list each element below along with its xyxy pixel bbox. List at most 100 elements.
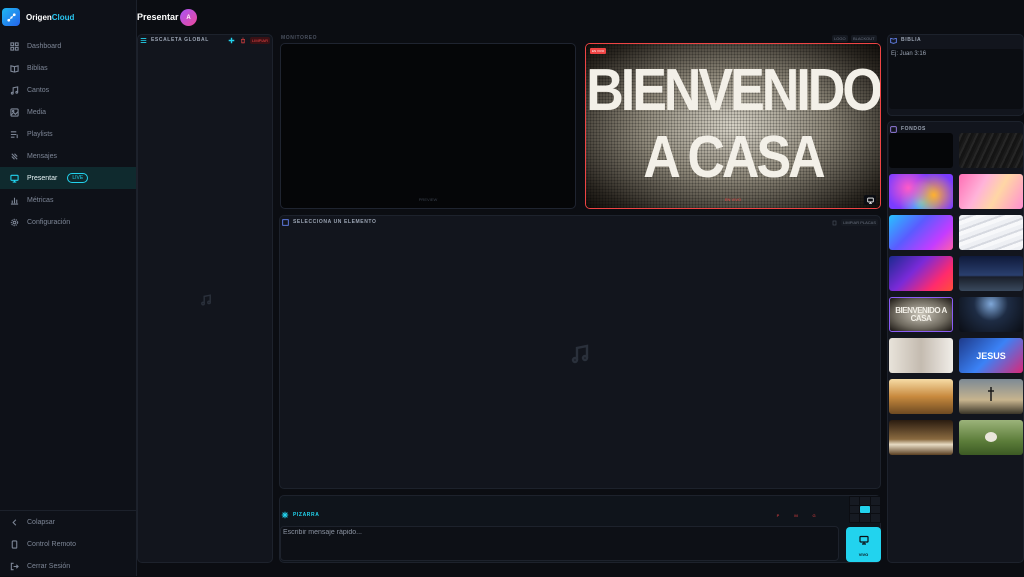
escaleta-panel: ESCALETA GLOBAL LIMPIAR <box>137 34 273 563</box>
biblia-header: BIBLIA <box>888 35 1023 45</box>
lamb-shape <box>985 432 997 442</box>
screen-output-icon[interactable] <box>864 195 876 205</box>
live-tag: EN VIVO <box>590 48 607 54</box>
sidebar: OrigenCloud Dashboard Biblias Cantos Med… <box>0 0 137 576</box>
size-button-m[interactable]: M <box>789 513 803 518</box>
cross-icon <box>987 387 995 406</box>
grid-icon <box>10 41 19 51</box>
logo-icon <box>2 8 20 26</box>
background-thumb-magenta-gradient[interactable] <box>889 256 953 291</box>
live-caption: EN VIVO <box>724 197 742 202</box>
size-button-p[interactable]: P <box>771 513 785 518</box>
background-thumb-bienvenido[interactable]: BIENVENIDO A CASA <box>889 297 953 332</box>
monitor-icon <box>858 532 869 550</box>
sidebar-item-media[interactable]: Media <box>0 101 136 123</box>
preview-monitor[interactable]: PREVIEW <box>280 43 576 209</box>
trash-icon[interactable] <box>240 31 246 49</box>
clear-plates-button[interactable]: LIMPIAR PLACAS <box>841 218 878 226</box>
send-live-label: VIVO <box>858 552 869 557</box>
live-monitor[interactable]: BIENVENIDO A CASA EN VIVO EN VIVO <box>585 43 881 209</box>
bar-chart-icon <box>10 196 19 205</box>
sidebar-item-presentar[interactable]: Presentar LIVE <box>0 167 136 189</box>
quick-message-input[interactable] <box>280 526 839 561</box>
sidebar-item-label: Media <box>27 108 47 116</box>
sidebar-nav: Dashboard Biblias Cantos Media Playlists… <box>0 35 136 233</box>
bible-reference-text: Ej: Juan 3:16 <box>891 51 927 57</box>
monitor-icon <box>10 174 19 183</box>
position-selected[interactable] <box>860 505 870 514</box>
sidebar-item-dashboard[interactable]: Dashboard <box>0 35 136 57</box>
pizarra-header: PIZARRA P M G <box>281 506 821 524</box>
collapse-button[interactable]: Colapsar <box>0 511 136 533</box>
size-button-g[interactable]: G <box>807 513 821 518</box>
sidebar-item-playlists[interactable]: Playlists <box>0 123 136 145</box>
add-icon[interactable] <box>227 36 236 44</box>
book-icon <box>10 64 19 73</box>
background-thumb-cross[interactable] <box>959 379 1023 414</box>
fondos-title: FONDOS <box>901 126 926 132</box>
background-thumb-black[interactable] <box>889 133 953 168</box>
background-thumb-white-waves[interactable] <box>959 215 1023 250</box>
sidebar-item-mensajes[interactable]: Mensajes <box>0 145 136 167</box>
logo-button[interactable]: LOGO <box>832 35 848 42</box>
app-name: OrigenCloud <box>26 12 75 22</box>
position-grid[interactable] <box>849 496 881 523</box>
message-icon <box>10 152 19 161</box>
background-thumb-lamb[interactable] <box>959 420 1023 455</box>
thumb-bienvenido-text: BIENVENIDO A CASA <box>895 305 947 323</box>
sidebar-item-cantos[interactable]: Cantos <box>0 79 136 101</box>
sidebar-item-label: Biblias <box>27 64 48 72</box>
send-live-button[interactable]: VIVO <box>846 527 881 562</box>
background-thumb-pastel-gradient[interactable] <box>959 174 1023 209</box>
clear-escaleta-button[interactable]: LIMPIAR <box>249 36 270 44</box>
avatar[interactable]: A <box>180 9 197 26</box>
sidebar-item-biblias[interactable]: Biblias <box>0 57 136 79</box>
blackout-button[interactable]: BLACKOUT <box>851 35 877 42</box>
sidebar-bottom: Colapsar Control Remoto Cerrar Sesión <box>0 510 136 577</box>
empty-element-icon <box>570 344 590 369</box>
sidebar-item-metricas[interactable]: Métricas <box>0 189 136 211</box>
logout-icon <box>10 562 19 571</box>
biblia-title: BIBLIA <box>901 37 922 43</box>
sidebar-item-configuracion[interactable]: Configuración <box>0 211 136 233</box>
playlist-icon <box>10 130 19 139</box>
escaleta-title: ESCALETA GLOBAL <box>151 37 209 43</box>
clear-plates-icon <box>832 213 837 231</box>
background-thumb-colorful-blobs[interactable] <box>889 174 953 209</box>
sidebar-item-label: Dashboard <box>27 42 62 50</box>
sidebar-item-label: Métricas <box>27 196 54 204</box>
app-logo[interactable]: OrigenCloud <box>2 8 74 26</box>
list-icon <box>140 31 147 49</box>
background-thumb-dark-fabric[interactable] <box>959 133 1023 168</box>
pizarra-title: PIZARRA <box>293 512 320 518</box>
element-panel: SELECCIONA UN ELEMENTO LIMPIAR PLACAS <box>279 215 881 489</box>
layers-icon <box>282 213 289 231</box>
background-thumb-concert[interactable] <box>959 297 1023 332</box>
remote-control-button[interactable]: Control Remoto <box>0 533 136 555</box>
background-thumb-blue-purple[interactable] <box>889 215 953 250</box>
empty-escaleta-icon <box>200 293 212 311</box>
element-panel-header: SELECCIONA UN ELEMENTO LIMPIAR PLACAS <box>280 216 880 228</box>
background-thumb-jesus[interactable]: JESUS <box>959 338 1023 373</box>
monitoreo-title: MONITOREO <box>281 35 318 41</box>
background-thumb-open-bible[interactable] <box>889 420 953 455</box>
background-thumb-building[interactable] <box>889 338 953 373</box>
sidebar-item-label: Playlists <box>27 130 53 138</box>
phone-icon <box>10 539 19 549</box>
biblia-panel: BIBLIA Ej: Juan 3:16 <box>887 34 1024 116</box>
gear-icon <box>10 218 19 227</box>
music-note-icon <box>10 85 19 95</box>
escaleta-header: ESCALETA GLOBAL LIMPIAR <box>138 35 272 45</box>
sidebar-item-label: Configuración <box>27 218 71 226</box>
bible-search-field[interactable]: Ej: Juan 3:16 <box>889 49 1023 109</box>
page-title: Presentar <box>137 12 179 22</box>
logout-label: Cerrar Sesión <box>27 562 71 570</box>
book-icon <box>890 31 897 49</box>
sidebar-item-label: Mensajes <box>27 152 57 160</box>
image-icon <box>10 107 19 117</box>
background-thumb-sunset-hills[interactable] <box>889 379 953 414</box>
logout-button[interactable]: Cerrar Sesión <box>0 555 136 577</box>
sidebar-item-label: Cantos <box>27 86 50 94</box>
background-thumb-starry-mountains[interactable] <box>959 256 1023 291</box>
remote-control-label: Control Remoto <box>27 540 77 548</box>
